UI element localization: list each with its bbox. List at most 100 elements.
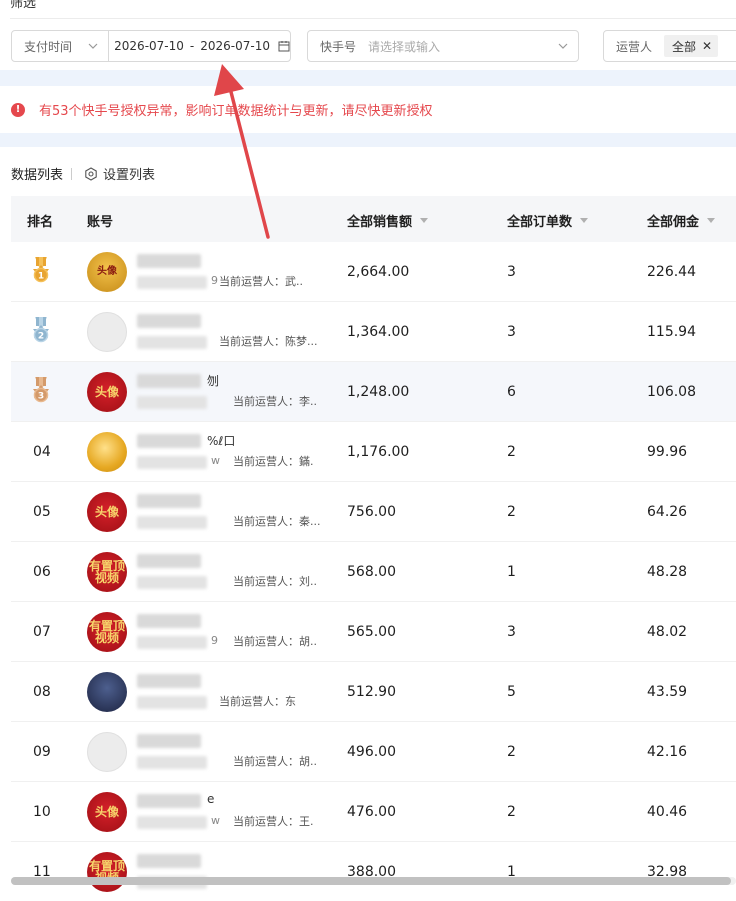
table-row[interactable]: 04 %ℓ口 w 当前运营人：鏋. 1,176.00 2 99.96 (11, 422, 736, 482)
table-row[interactable]: 05 头像 当前运营人：秦... 756.00 2 64.26 (11, 482, 736, 542)
operator-tag[interactable]: 全部 ✕ (664, 35, 719, 57)
operator-text: 当前运营人：陈梦... (219, 335, 318, 348)
pay-time-label: 支付时间 (24, 39, 73, 54)
account-cell[interactable]: 有置顶视频 当前运营人：刘.. (87, 552, 327, 592)
orders-cell: 3 (507, 624, 516, 640)
account-id-redacted (137, 696, 207, 709)
operator-label: 运营人 (616, 39, 653, 54)
date-separator: - (189, 39, 195, 53)
avatar[interactable] (87, 672, 127, 712)
chevron-down-icon (88, 43, 98, 49)
table-row[interactable]: 09 当前运营人：胡.. 496.00 2 42.16 (11, 722, 736, 782)
commission-cell: 48.28 (647, 564, 688, 580)
operator-select[interactable]: 运营人 全部 ✕ (603, 30, 736, 62)
table-row[interactable]: 06 有置顶视频 当前运营人：刘.. 568.00 1 48.28 (11, 542, 736, 602)
scrollbar-thumb[interactable] (11, 877, 731, 885)
col-sales-sort[interactable]: 全部销售额 (347, 211, 429, 230)
account-cell[interactable]: %ℓ口 w 当前运营人：鏋. (87, 432, 327, 472)
account-id-redacted (137, 456, 207, 469)
col-orders-sort[interactable]: 全部订单数 (507, 211, 589, 230)
data-table: 排名 账号 全部销售额 全部订单数 全部佣金 1 头像 9 当前运营人：武.. … (11, 196, 736, 901)
medal-rank: 2 (38, 332, 44, 342)
account-id-redacted (137, 816, 207, 829)
operator-text: 当前运营人：李.. (233, 395, 317, 408)
account-cell[interactable]: 头像 9 当前运营人：武.. (87, 252, 327, 292)
kuaishou-select[interactable]: 快手号 请选择或输入 (307, 30, 579, 62)
account-name-redacted (137, 254, 201, 268)
avatar[interactable]: 头像 (87, 492, 127, 532)
sort-icon[interactable] (580, 218, 589, 223)
rank-cell: 04 (27, 422, 67, 482)
account-name-redacted (137, 434, 201, 448)
rank-cell: 05 (27, 482, 67, 542)
table-row[interactable]: 08 当前运营人：东 512.90 5 43.59 (11, 662, 736, 722)
pay-time-range-picker[interactable]: 支付时间 2026-07-10 - 2026-07-10 (11, 30, 291, 62)
avatar[interactable]: 头像 (87, 372, 127, 412)
account-cell[interactable]: 头像 e w 当前运营人：王. (87, 792, 327, 832)
medal-rank: 1 (38, 272, 44, 282)
table-row[interactable]: 11 有置顶视频 388.00 1 32.98 (11, 842, 736, 901)
table-row[interactable]: 07 有置顶视频 9 当前运营人：胡.. 565.00 3 48.02 (11, 602, 736, 662)
account-id-redacted (137, 516, 207, 529)
account-cell[interactable]: 头像 刎 当前运营人：李.. (87, 372, 327, 412)
avatar[interactable] (87, 432, 127, 472)
horizontal-scrollbar[interactable] (11, 877, 736, 885)
avatar[interactable]: 有置顶视频 (87, 552, 127, 592)
rank-cell: 06 (27, 542, 67, 602)
orders-cell: 6 (507, 384, 516, 400)
account-cell[interactable]: 有置顶视频 (87, 852, 327, 892)
rank-number: 07 (33, 624, 51, 640)
operator-text: 当前运营人：鏋. (233, 455, 314, 468)
settings-list-button[interactable]: 设置列表 (84, 164, 155, 183)
avatar-text: 头像 (94, 805, 119, 819)
table-row[interactable]: 1 头像 9 当前运营人：武.. 2,664.00 3 226.44 (11, 242, 736, 302)
operator-text: 当前运营人：东 (219, 695, 296, 708)
col-commission-sort[interactable]: 全部佣金 (647, 211, 716, 230)
close-icon[interactable]: ✕ (702, 39, 712, 53)
avatar[interactable]: 有置顶视频 (87, 852, 127, 892)
operator-text: 当前运营人：武.. (219, 275, 303, 288)
account-name-redacted (137, 494, 201, 508)
list-title: 数据列表 (11, 168, 64, 183)
commission-cell: 226.44 (647, 264, 696, 280)
sales-cell: 568.00 (347, 564, 396, 580)
account-cell[interactable]: 头像 当前运营人：秦... (87, 492, 327, 532)
account-cell[interactable]: 有置顶视频 9 当前运营人：胡.. (87, 612, 327, 652)
account-cell[interactable]: 当前运营人：胡.. (87, 732, 327, 772)
avatar[interactable] (87, 732, 127, 772)
toolbar-divider (71, 167, 73, 180)
rank-cell: 2 (27, 302, 67, 362)
table-row[interactable]: 3 头像 刎 当前运营人：李.. 1,248.00 6 106.08 (11, 362, 736, 422)
account-id-redacted (137, 336, 207, 349)
rank-cell: 10 (27, 782, 67, 842)
avatar[interactable]: 有置顶视频 (87, 612, 127, 652)
operator-text: 当前运营人：胡.. (233, 755, 317, 768)
col-rank-label: 排名 (27, 215, 54, 230)
sort-icon[interactable] (707, 218, 716, 223)
pay-time-select[interactable]: 支付时间 (12, 31, 110, 61)
table-row[interactable]: 2 当前运营人：陈梦... 1,364.00 3 115.94 (11, 302, 736, 362)
calendar-icon[interactable] (278, 40, 290, 52)
date-end[interactable]: 2026-07-10 (200, 39, 270, 53)
orders-cell: 2 (507, 804, 516, 820)
sales-cell: 1,248.00 (347, 384, 410, 400)
avatar-text: 有置顶视频 (88, 619, 125, 645)
operator-text: 当前运营人：秦... (233, 515, 321, 528)
account-name-suffix: %ℓ口 (207, 434, 236, 448)
avatar[interactable] (87, 312, 127, 352)
date-start[interactable]: 2026-07-10 (114, 39, 184, 53)
settings-list-label: 设置列表 (103, 168, 156, 183)
sort-icon[interactable] (420, 218, 429, 223)
commission-cell: 48.02 (647, 624, 688, 640)
avatar-text: 头像 (94, 505, 119, 519)
avatar[interactable]: 头像 (87, 792, 127, 832)
account-cell[interactable]: 当前运营人：陈梦... (87, 312, 327, 352)
avatar[interactable]: 头像 (87, 252, 127, 292)
table-row[interactable]: 10 头像 e w 当前运营人：王. 476.00 2 40.46 (11, 782, 736, 842)
kuaishou-input[interactable]: 请选择或输入 (368, 38, 440, 55)
account-cell[interactable]: 当前运营人：东 (87, 672, 327, 712)
rank-cell: 09 (27, 722, 67, 782)
medal-icon: 2 (27, 316, 55, 348)
list-toolbar: 数据列表 设置列表 (11, 164, 155, 183)
commission-cell: 32.98 (647, 864, 688, 880)
